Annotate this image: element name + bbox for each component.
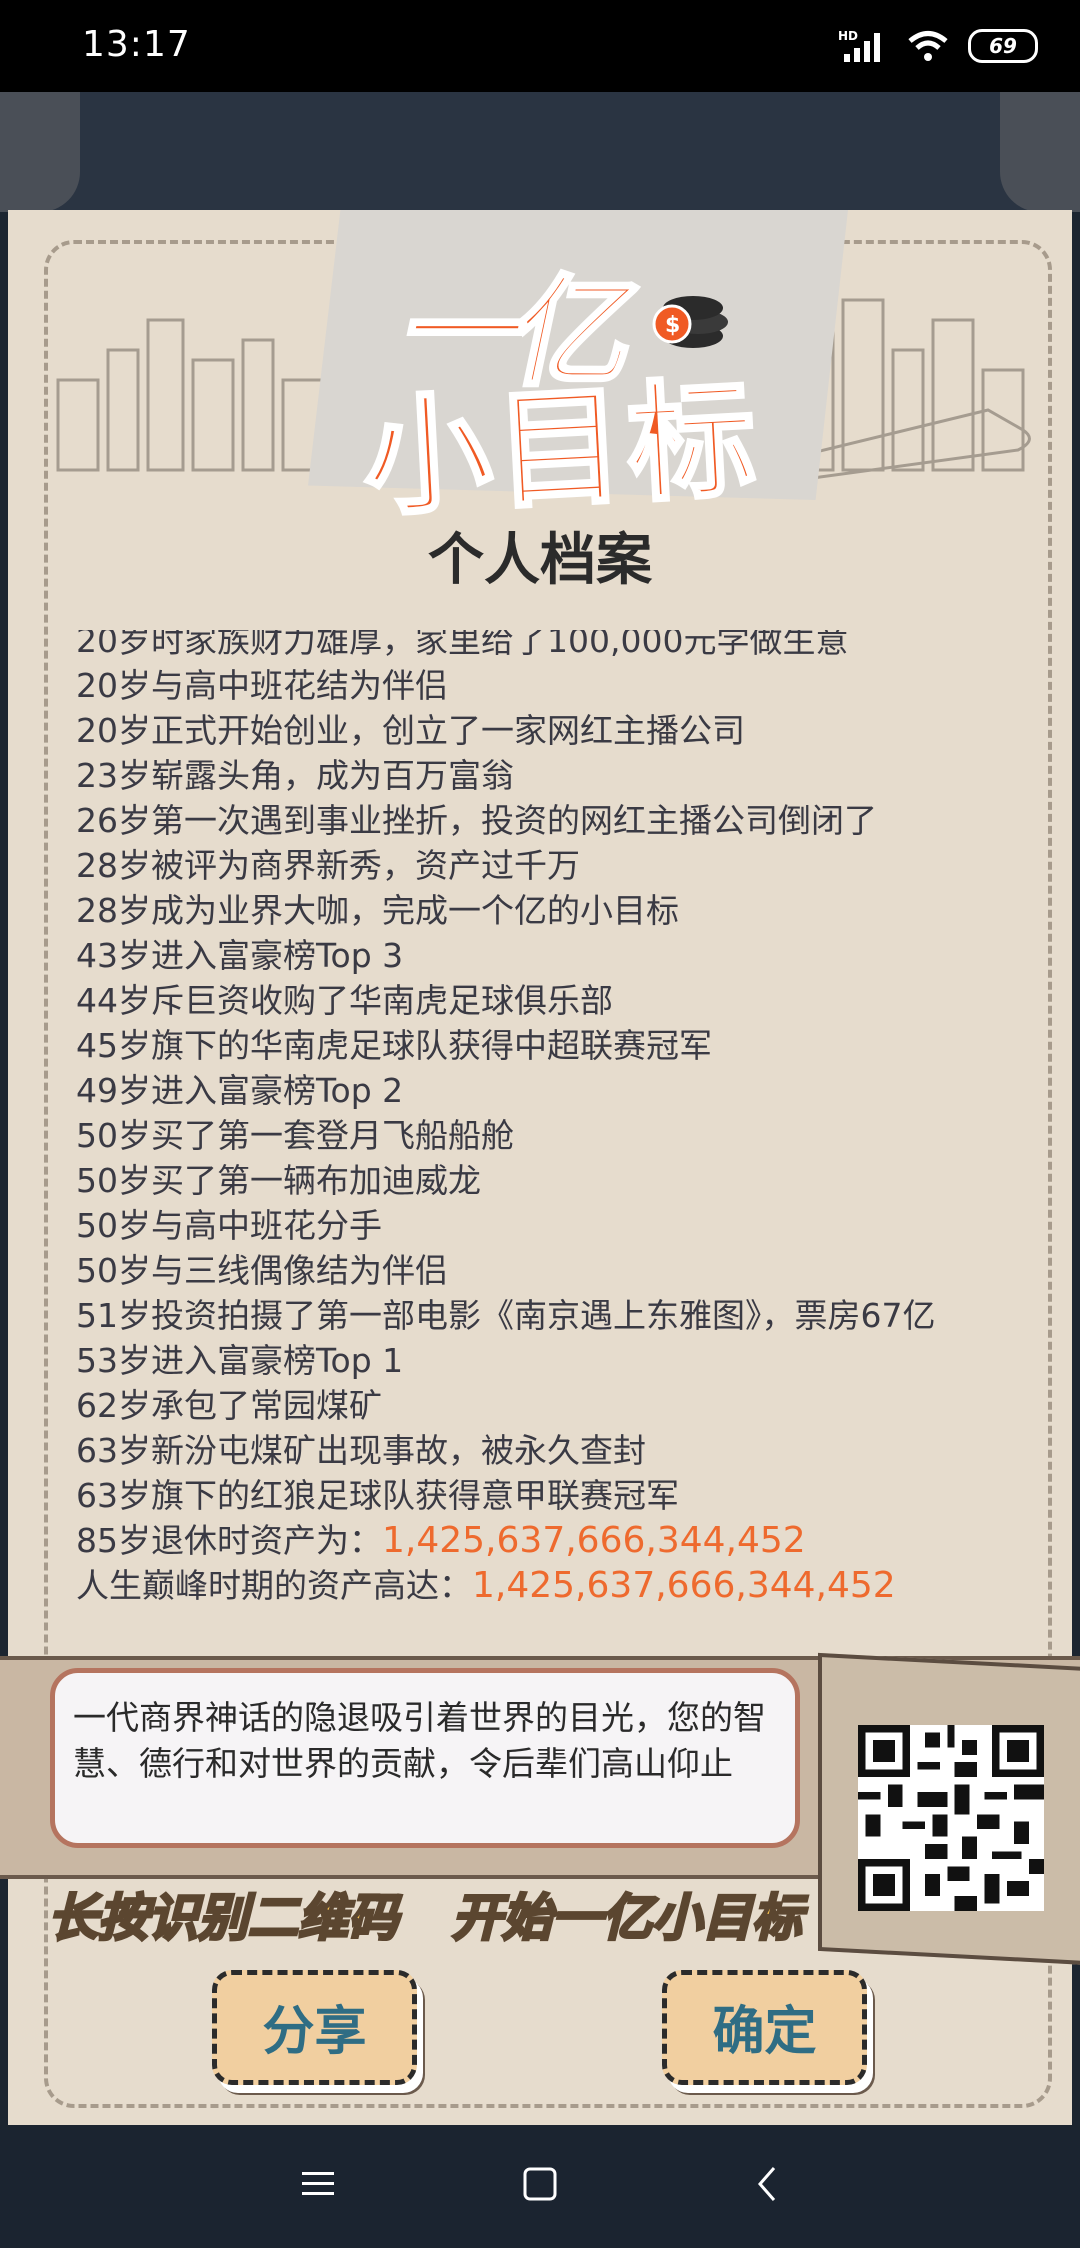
menu-icon[interactable] — [298, 2164, 338, 2204]
confirm-button[interactable]: 确定 — [662, 1970, 867, 2085]
timeline-event: 23岁崭露头角，成为百万富翁 — [76, 756, 514, 795]
timeline-event: 63岁新汾屯煤矿出现事故，被永久查封 — [76, 1431, 646, 1470]
share-button[interactable]: 分享 — [212, 1970, 417, 2085]
timeline-event: 44岁斥巨资收购了华南虎足球俱乐部 — [76, 981, 613, 1020]
timeline-event: 50岁与高中班花分手 — [76, 1206, 382, 1245]
signal-icon: HD — [838, 29, 880, 62]
frame-corner-right — [1000, 92, 1080, 212]
timeline-event: 28岁被评为商界新秀，资产过千万 — [76, 846, 580, 885]
timeline-event: 26岁第一次遇到事业挫折，投资的网红主播公司倒闭了 — [76, 801, 877, 840]
retirement-assets: 85岁退休时资产为：1,425,637,666,344,452 — [76, 1518, 935, 1563]
timeline-event: 63岁旗下的红狼足球队获得意甲联赛冠军 — [76, 1476, 679, 1515]
logo-title-bottom: 小目标 — [358, 363, 765, 537]
timeline-event: 45岁旗下的华南虎足球队获得中超联赛冠军 — [76, 1026, 712, 1065]
message-box: 一代商界神话的隐退吸引着世界的目光，您的智慧、德行和对世界的贡献，令后辈们高山仰… — [50, 1668, 800, 1848]
timeline-event: 20岁正式开始创业，创立了一家网红主播公司 — [76, 711, 745, 750]
svg-text:HD: HD — [838, 29, 858, 43]
slogan-scan-qr: 长按识别二维码 — [47, 1888, 400, 1949]
timeline-event: 20岁时家族财力雄厚，家里给了100,000元学做生意 — [76, 630, 849, 660]
page-title: 个人档案 — [428, 528, 652, 593]
timeline-event: 50岁与三线偶像结为伴侣 — [76, 1251, 448, 1290]
peak-label: 人生巅峰时期的资产高达： — [76, 1566, 472, 1605]
timeline-event: 50岁买了第一套登月飞船船舱 — [76, 1116, 514, 1155]
timeline-event: 20岁与高中班花结为伴侣 — [76, 666, 448, 705]
status-bar: 13:17 HD 69 — [0, 0, 1080, 92]
status-time: 13:17 — [82, 24, 191, 65]
retirement-value: 1,425,637,666,344,452 — [382, 1520, 806, 1561]
top-frame — [0, 92, 1080, 212]
timeline-event: 51岁投资拍摄了第一部电影《南京遇上东雅图》，票房67亿 — [76, 1296, 936, 1335]
frame-corner-left — [0, 92, 80, 212]
timeline-event: 43岁进入富豪榜Top 3 — [76, 936, 404, 975]
battery-icon: 69 — [968, 29, 1038, 63]
back-icon[interactable] — [748, 2164, 788, 2204]
status-icons: HD 69 — [838, 26, 1038, 66]
navigation-bar — [0, 2130, 1080, 2248]
slogan-start-goal: 开始一亿小目标 — [451, 1888, 804, 1949]
qr-code-icon[interactable] — [858, 1725, 1044, 1911]
timeline-event: 50岁买了第一辆布加迪威龙 — [76, 1161, 481, 1200]
timeline-event: 53岁进入富豪榜Top 1 — [76, 1341, 404, 1380]
home-icon[interactable] — [520, 2164, 560, 2204]
retirement-label: 85岁退休时资产为： — [76, 1521, 382, 1560]
timeline-event: 28岁成为业界大咖，完成一个亿的小目标 — [76, 891, 679, 930]
svg-text:$: $ — [665, 313, 680, 338]
wifi-icon — [908, 31, 948, 61]
peak-assets: 人生巅峰时期的资产高达：1,425,637,666,344,452 — [76, 1563, 935, 1608]
timeline-event: 62岁承包了常园煤矿 — [76, 1386, 382, 1425]
timeline-event: 49岁进入富豪榜Top 2 — [76, 1071, 404, 1110]
peak-value: 1,425,637,666,344,452 — [472, 1565, 896, 1606]
